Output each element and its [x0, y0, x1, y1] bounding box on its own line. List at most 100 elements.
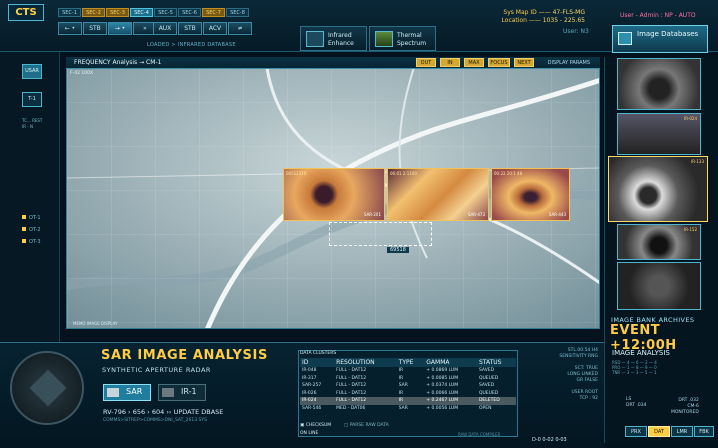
prx-button[interactable]: PRX: [625, 426, 647, 437]
archive-thumbnail[interactable]: IR-152: [617, 224, 701, 260]
sector-tab-6[interactable]: SEC-6: [178, 8, 201, 17]
checksum-option[interactable]: ▣ CHECKSUM: [300, 423, 331, 428]
agency-seal: [10, 351, 84, 425]
acv-button[interactable]: ACV: [203, 22, 227, 35]
thumbnail-tag: SAR-473: [467, 212, 485, 217]
ir-mode-label: IR-1: [181, 387, 197, 396]
table-cell: IR-024: [300, 397, 335, 405]
table-cell: SAVED: [478, 383, 495, 389]
column-header[interactable]: ID: [300, 358, 335, 367]
table-row[interactable]: IR-048 FULL - DAT12 IR + 0.0869 LUM SAVED: [300, 367, 516, 375]
archive-thumbnail[interactable]: [617, 58, 701, 110]
table-cell: IR-026: [302, 390, 317, 396]
thumbnail[interactable]: 06:01 2:1100 SAR-473: [387, 168, 489, 221]
option-ot3[interactable]: OT-3: [22, 239, 41, 245]
focus-button[interactable]: FOCUS: [488, 58, 510, 67]
forward-button[interactable]: → •: [108, 22, 132, 35]
table-row[interactable]: IR-024 FULL - DAT12 IR + 0.2467 LUM DELETED: [300, 397, 516, 405]
option-ot2[interactable]: OT-2: [22, 227, 41, 233]
back-button[interactable]: ← •: [58, 22, 82, 35]
column-header[interactable]: STATUS: [476, 358, 516, 367]
usar-button[interactable]: USAR: [22, 64, 42, 79]
sar-mode-button[interactable]: SAR: [103, 384, 151, 401]
stb-button-1[interactable]: STB: [83, 22, 107, 35]
thumbnail[interactable]: 00:22 20:1 48 SAR-443: [491, 168, 570, 221]
max-button[interactable]: MAX: [464, 58, 484, 67]
image-databases-label: Image Databases: [637, 30, 699, 38]
database-icon: [618, 32, 632, 45]
option-ot1-label: OT-1: [29, 215, 41, 221]
column-header[interactable]: RESOLUTION: [334, 358, 397, 367]
tune-button[interactable]: ≠: [228, 22, 252, 35]
stb-button-2[interactable]: STB: [178, 22, 202, 35]
table-cell: DELETED: [476, 397, 516, 405]
table-cell: IR: [396, 397, 425, 405]
table-cell: MED - DAT06: [336, 405, 366, 411]
parse-raw-option[interactable]: □ PARSE RAW DATA: [344, 423, 389, 428]
infrared-mode-icon: [162, 388, 174, 397]
user-status: User - Admin : NP - AUTO: [620, 12, 696, 19]
column-header[interactable]: GAMMA: [424, 358, 477, 367]
sysmap-label: Sys Map ID: [503, 9, 537, 16]
table-cell: IR: [398, 390, 404, 396]
image-analysis-title: IMAGE ANALYSIS: [612, 349, 670, 357]
table-cell: FULL - DAT12: [336, 390, 367, 396]
archive-thumbnail[interactable]: [617, 262, 701, 310]
dat-button[interactable]: DAT: [648, 426, 670, 437]
sector-tab-2[interactable]: SEC-2: [82, 8, 105, 17]
table-cell: QUEUED: [478, 390, 499, 396]
sector-tab-1[interactable]: SEC-1: [58, 8, 81, 17]
readout-row: TNR — 3 — 3 — 5 — 1: [612, 370, 657, 375]
table-cell: FULL - DAT12: [334, 397, 397, 405]
archive-label: IR-152: [684, 227, 697, 232]
table-cell: IR: [398, 375, 404, 381]
table-cell: + 0.2467 LUM: [424, 397, 477, 405]
infrared-enhance-button[interactable]: Infrared Enhance: [300, 26, 367, 51]
table-row[interactable]: IR-317 FULL - DAT12 IR + 0.0085 LUM QUEUED: [300, 375, 516, 383]
thermal-icon: [375, 31, 393, 47]
data-clusters-header: DATA CLUSTERS: [300, 351, 337, 356]
table-cell: + 0.0085 LUM: [426, 375, 459, 381]
table-cell: IR-317: [302, 375, 317, 381]
table-row[interactable]: SAR-257 FULL - DAT12 SAR + 0.0374 LUM SAVED: [300, 382, 516, 390]
t1-button[interactable]: T-1: [22, 92, 42, 107]
ir-mode-button[interactable]: IR-1: [158, 384, 206, 401]
archive-label: IR-133: [691, 159, 704, 164]
comms-path: COMMS>SITREP>COMMS>DNI_SAT_2613 SYS: [103, 418, 207, 423]
option-ot1[interactable]: OT-1: [22, 215, 41, 221]
table-row[interactable]: SAR-546 MED - DAT06 SAR + 0.0056 LUM OPEN: [300, 405, 516, 413]
table-cell: FULL - DAT12: [336, 383, 367, 389]
table-row[interactable]: IR-026 FULL - DAT12 IR + 0.0066 LUM QUEUED: [300, 390, 516, 398]
thumbnail[interactable]: 00512310 SAR-201: [283, 168, 385, 221]
location-label: Location: [501, 17, 527, 24]
option-ot3-label: OT-3: [29, 239, 41, 245]
sector-tab-7[interactable]: SEC-7: [202, 8, 225, 17]
selection-box[interactable]: [329, 222, 432, 246]
sysmap-value: 47-FLS-MG: [552, 9, 585, 16]
table-cell: + 0.0066 LUM: [426, 390, 459, 396]
loaded-status: LOADED > INFRARED DATABASE: [147, 42, 236, 48]
archive-thumbnail[interactable]: IR-024: [617, 113, 701, 155]
thermal-spectrum-button[interactable]: Thermal Spectrum: [369, 26, 436, 51]
timeline-readout: D-0 0-02 0-03: [532, 437, 567, 443]
update-dbase-line[interactable]: RV-796 › 656 › 604 ›› UPDATE DBASE: [103, 408, 223, 416]
zoom-out-button[interactable]: OUT: [416, 58, 436, 67]
eagle-icon: [29, 369, 67, 407]
column-header[interactable]: TYPE: [396, 358, 425, 367]
archive-thumbnail-selected[interactable]: IR-133: [608, 156, 708, 222]
left-readout: TC... REST IR - N: [22, 118, 43, 129]
location-value: 1035 - 225.65: [542, 17, 585, 24]
image-databases-button[interactable]: Image Databases: [612, 25, 708, 53]
next-button[interactable]: NEXT: [514, 58, 534, 67]
zoom-readout: F-42 100X: [70, 71, 94, 76]
lmr-button[interactable]: LMR: [671, 426, 693, 437]
zoom-in-button[interactable]: IN: [440, 58, 460, 67]
display-params[interactable]: DISPLAY PARAMS: [548, 60, 590, 66]
sector-tab-8[interactable]: SEC-8: [226, 8, 249, 17]
sector-tab-3[interactable]: SEC-3: [106, 8, 129, 17]
table-cell: FULL - DAT12: [336, 368, 367, 374]
sector-tab-4[interactable]: SEC-4: [130, 8, 153, 17]
aux-button[interactable]: AUX: [153, 22, 177, 35]
fbk-button[interactable]: FBK: [694, 426, 714, 437]
sector-tab-5[interactable]: SEC-5: [154, 8, 177, 17]
